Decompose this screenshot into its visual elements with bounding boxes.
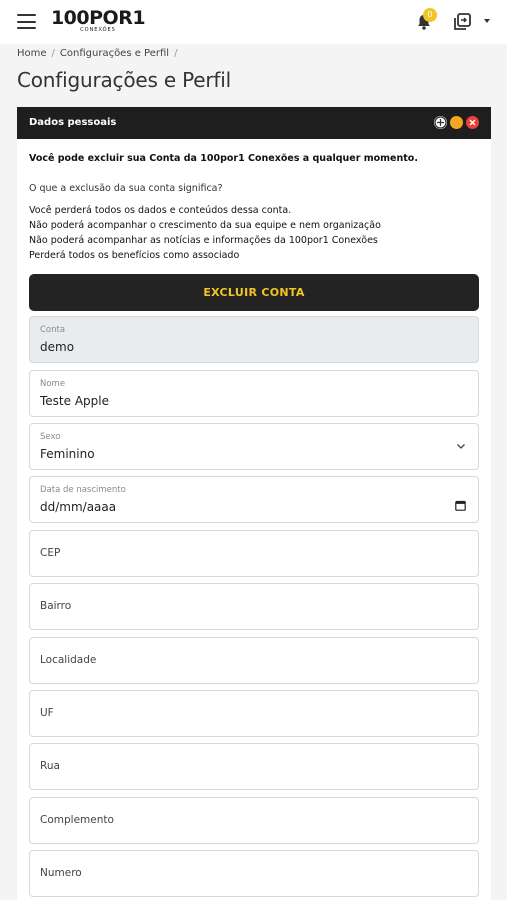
bairro-placeholder: Bairro [40,600,72,612]
birthdate-field[interactable]: Data de nascimento dd/mm/aaaa [29,476,479,523]
gender-value[interactable]: Feminino [40,447,95,461]
account-value: demo [40,340,75,354]
notification-badge: 0 [423,8,437,22]
page-title: Configurações e Perfil [17,68,231,92]
uf-placeholder: UF [40,707,54,719]
breadcrumb-home[interactable]: Home [17,48,47,59]
localidade-placeholder: Localidade [40,654,97,666]
caret-down-icon[interactable] [484,19,490,23]
numero-placeholder: Numero [40,867,82,879]
menu-icon[interactable] [17,14,36,29]
consequence-item: Não poderá acompanhar o crescimento da s… [29,220,381,231]
breadcrumb-current[interactable]: Configurações e Perfil [60,48,169,59]
bairro-field[interactable]: Bairro [29,583,479,630]
delete-warning: Você pode excluir sua Conta da 100por1 C… [29,153,418,164]
logo-text: 100POR1 [50,7,146,29]
rua-field[interactable]: Rua [29,743,479,790]
complemento-placeholder: Complemento [40,814,114,826]
close-icon[interactable] [466,116,479,129]
birthdate-value[interactable]: dd/mm/aaaa [40,500,116,514]
cep-field[interactable]: CEP [29,530,479,577]
minimize-icon[interactable] [450,116,463,129]
cep-placeholder: CEP [40,547,61,559]
localidade-field[interactable]: Localidade [29,637,479,684]
chevron-down-icon[interactable] [456,441,466,451]
breadcrumb: Home / Configurações e Perfil / [17,48,178,59]
panel-header: Dados pessoais [17,107,491,139]
rua-placeholder: Rua [40,760,60,772]
gender-select[interactable]: Sexo Feminino [29,423,479,470]
switch-account-icon[interactable] [452,12,474,32]
panel-title: Dados pessoais [29,117,117,128]
delete-question: O que a exclusão da sua conta significa? [29,183,223,194]
name-label: Nome [40,379,66,389]
complemento-field[interactable]: Complemento [29,797,479,844]
top-navbar: 100POR1 CONEXÕES 0 [0,0,507,44]
name-field[interactable]: Nome Teste Apple [29,370,479,417]
birthdate-label: Data de nascimento [40,485,126,495]
uf-field[interactable]: UF [29,690,479,737]
delete-account-button[interactable]: EXCLUIR CONTA [29,274,479,311]
numero-field[interactable]: Numero [29,850,479,897]
move-icon[interactable] [434,116,447,129]
gender-label: Sexo [40,432,61,442]
consequence-item: Você perderá todos os dados e conteúdos … [29,205,292,216]
delete-consequences: Você perderá todos os dados e conteúdos … [29,203,381,263]
account-field: Conta demo [29,316,479,363]
consequence-item: Não poderá acompanhar as notícias e info… [29,235,378,246]
calendar-icon[interactable] [455,500,466,511]
logo[interactable]: 100POR1 CONEXÕES [50,8,146,33]
personal-data-panel: Dados pessoais Você pode excluir sua Con… [17,107,491,900]
name-value[interactable]: Teste Apple [40,394,109,408]
account-label: Conta [40,325,66,335]
consequence-item: Perderá todos os benefícios como associa… [29,250,240,261]
